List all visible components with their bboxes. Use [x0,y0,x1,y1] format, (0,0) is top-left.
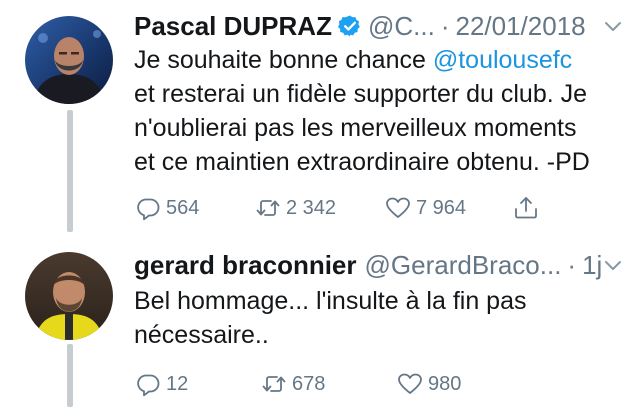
author-name[interactable]: Pascal DUPRAZ [134,13,332,39]
tweet-header: Pascal DUPRAZ @C... · 22/01/2018 [134,9,623,43]
tweet[interactable]: Pascal DUPRAZ @C... · 22/01/2018 Je souh… [0,0,637,232]
chevron-down-icon[interactable] [603,16,623,36]
retweet-count: 678 [292,372,326,395]
like-count: 7 964 [416,196,467,219]
retweet-button[interactable]: 2 342 [254,192,336,224]
verified-badge-icon [337,14,362,38]
separator-dot: · [440,11,450,41]
like-icon [398,373,422,394]
thread-line [67,344,73,407]
reply-icon [137,374,160,397]
mention-link[interactable]: @toulousefc [433,46,572,74]
avatar[interactable] [25,252,113,340]
tweet-text: Bel hommage... l'insulte à la fin pas né… [134,287,527,349]
separator-dot: · [567,250,577,280]
tweet-text-suffix: et resterai un fidèle supporter du club.… [134,80,590,176]
tweet-date[interactable]: 1j [582,252,602,278]
reply-icon [137,198,160,221]
avatar[interactable] [25,16,113,104]
like-icon [386,197,410,218]
author-handle[interactable]: @GerardBraco... [365,252,562,278]
tweet[interactable]: gerard braconnier @GerardBraco... · 1j B… [0,240,637,407]
avatar-image [25,252,113,340]
tweet-date[interactable]: 22/01/2018 [455,13,585,39]
reply-button[interactable]: 564 [134,192,199,224]
reply-count: 564 [166,196,200,219]
avatar-image [25,16,113,104]
thread-line [67,110,73,232]
like-count: 980 [428,372,462,395]
tweet-text-prefix: Je souhaite bonne chance [134,46,433,74]
tweet-header: gerard braconnier @GerardBraco... · 1j [134,248,623,282]
share-button[interactable] [512,192,540,224]
retweet-icon [256,200,280,216]
author-handle[interactable]: @C... [368,13,435,39]
retweet-count: 2 342 [286,196,337,219]
retweet-button[interactable]: 678 [260,368,325,400]
retweet-icon [262,376,286,392]
like-button[interactable]: 7 964 [384,192,466,224]
like-button[interactable]: 980 [396,368,461,400]
share-icon [515,197,537,219]
author-name[interactable]: gerard braconnier [134,252,357,278]
reply-button[interactable]: 12 [134,368,188,400]
tweet-text: Je souhaite bonne chance @toulousefc et … [134,43,621,179]
reply-count: 12 [166,372,189,395]
chevron-down-icon[interactable] [603,255,623,275]
